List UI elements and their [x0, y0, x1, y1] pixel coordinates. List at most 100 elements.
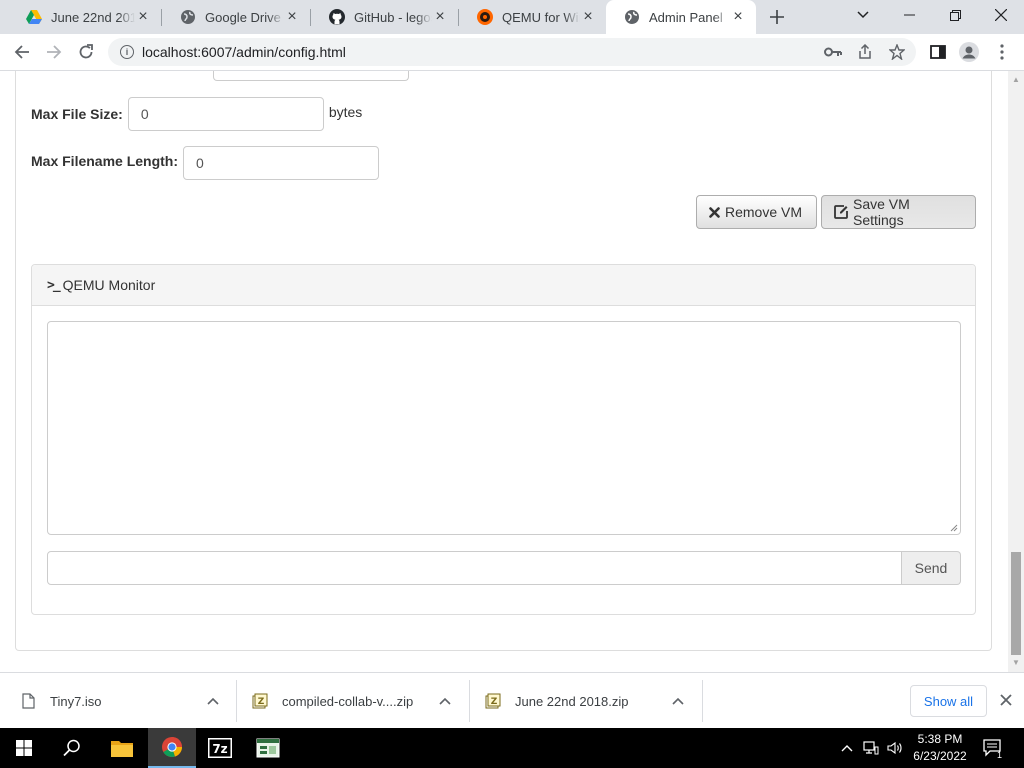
app-window-icon[interactable] — [244, 728, 292, 768]
minimize-button[interactable] — [886, 0, 932, 30]
notification-center-button[interactable]: 1 — [980, 728, 1006, 768]
browser-toolbar: i localhost:6007/admin/config.html — [0, 34, 1024, 71]
max-file-size-value: 0 — [140, 106, 149, 122]
volume-icon[interactable] — [884, 728, 906, 768]
download-item[interactable]: Z compiled-collab-v....zip — [252, 681, 462, 721]
monitor-output-textarea[interactable] — [47, 321, 961, 535]
close-icon — [995, 9, 1007, 21]
save-edit-icon — [834, 205, 848, 219]
close-icon[interactable]: × — [135, 8, 151, 25]
google-drive-icon — [26, 9, 42, 25]
tab-title: Google Drive - — [205, 9, 284, 25]
terminal-icon: >_ — [47, 277, 61, 293]
close-icon[interactable] — [997, 691, 1015, 709]
remove-x-icon — [709, 206, 720, 218]
max-file-size-row: Max File Size: 0 bytes — [31, 97, 362, 131]
file-explorer-icon[interactable] — [98, 728, 146, 768]
max-filename-length-input[interactable]: 0 — [183, 146, 380, 180]
share-icon[interactable] — [856, 43, 874, 61]
start-button[interactable] — [0, 728, 48, 768]
chevron-up-icon[interactable] — [205, 693, 221, 709]
max-filename-length-label: Max Filename Length: — [31, 153, 179, 169]
clock-date: 6/23/2022 — [913, 749, 967, 763]
remove-vm-button[interactable]: Remove VM — [696, 195, 817, 229]
globe-icon — [180, 9, 196, 25]
max-file-size-input[interactable]: 0 — [127, 97, 324, 131]
restore-button[interactable] — [932, 0, 978, 30]
chevron-down-icon — [857, 11, 869, 19]
remove-vm-label: Remove VM — [725, 204, 803, 220]
close-window-button[interactable] — [978, 0, 1024, 30]
globe-icon — [624, 9, 640, 25]
page-scrollbar[interactable]: ▲ ▼ — [1008, 71, 1024, 672]
monitor-command-group: Send — [47, 551, 961, 585]
save-vm-label: Save VM Settings — [853, 196, 910, 228]
chevron-up-icon[interactable] — [670, 693, 686, 709]
tab-search-button[interactable] — [840, 0, 886, 30]
tab-title: GitHub - legosk — [354, 9, 432, 25]
back-button[interactable] — [9, 39, 35, 65]
windows-taskbar: 7z 5:38 PM 6/23/2022 1 — [0, 728, 1024, 768]
address-bar[interactable]: i localhost:6007/admin/config.html — [108, 38, 916, 66]
download-filename: June 22nd 2018.zip — [515, 693, 629, 709]
tab-google-drive[interactable]: Google Drive - × — [162, 0, 310, 34]
page-viewport: Max File Size: 0 bytes Max Filename Leng… — [0, 71, 1008, 672]
chevron-up-icon[interactable] — [838, 728, 856, 768]
menu-kebab-icon[interactable] — [990, 40, 1014, 64]
download-item[interactable]: Z June 22nd 2018.zip — [485, 681, 695, 721]
send-button[interactable]: Send — [902, 551, 961, 585]
arrow-right-icon — [47, 45, 62, 59]
tab-title: June 22nd 2018 — [51, 9, 135, 25]
qemu-icon — [477, 9, 493, 25]
scrollbar-thumb[interactable] — [1011, 552, 1021, 655]
arrow-left-icon — [14, 45, 29, 59]
scroll-down-icon[interactable]: ▼ — [1012, 658, 1020, 667]
search-button[interactable] — [48, 728, 96, 768]
forward-button[interactable] — [41, 39, 67, 65]
previous-field-input[interactable] — [213, 71, 409, 81]
system-clock[interactable]: 5:38 PM 6/23/2022 — [905, 731, 975, 765]
monitor-command-input[interactable] — [47, 551, 902, 585]
windows-logo-icon — [16, 740, 32, 756]
tab-admin-panel[interactable]: Admin Panel × — [606, 0, 756, 34]
url-text: localhost:6007/admin/config.html — [142, 44, 346, 60]
github-icon — [329, 9, 345, 25]
new-tab-button[interactable] — [765, 5, 789, 29]
show-all-button[interactable]: Show all — [910, 685, 987, 717]
close-icon[interactable]: × — [730, 8, 746, 25]
clock-time: 5:38 PM — [917, 732, 963, 746]
max-filename-length-value: 0 — [196, 155, 204, 171]
reload-button[interactable] — [73, 39, 99, 65]
file-icon — [20, 692, 36, 710]
side-panel-icon[interactable] — [926, 40, 950, 64]
max-file-size-unit: bytes — [328, 104, 363, 120]
plus-icon — [770, 10, 784, 24]
network-icon[interactable] — [860, 728, 882, 768]
tab-qemu-windows[interactable]: QEMU for Wind × — [459, 0, 606, 34]
resize-grip-icon[interactable] — [950, 524, 958, 532]
chrome-icon[interactable] — [148, 728, 196, 768]
download-item[interactable]: Tiny7.iso — [20, 681, 230, 721]
zip-icon: Z — [485, 692, 501, 710]
save-vm-settings-button[interactable]: Save VM Settings — [821, 195, 976, 229]
chevron-up-icon[interactable] — [437, 693, 453, 709]
key-icon[interactable] — [824, 43, 842, 61]
7zip-icon[interactable]: 7z — [196, 728, 244, 768]
scroll-up-icon[interactable]: ▲ — [1012, 75, 1020, 84]
profile-avatar-icon[interactable] — [957, 40, 981, 64]
bookmark-star-icon[interactable] — [888, 43, 906, 61]
svg-text:Z: Z — [491, 697, 498, 707]
download-divider — [236, 680, 237, 722]
tab-github[interactable]: GitHub - legosk × — [311, 0, 458, 34]
close-icon[interactable]: × — [284, 8, 300, 25]
info-icon[interactable]: i — [120, 45, 134, 59]
download-filename: Tiny7.iso — [50, 693, 102, 709]
minimize-icon — [903, 14, 915, 16]
close-icon[interactable]: × — [580, 8, 596, 25]
max-file-size-label: Max File Size: — [31, 106, 123, 122]
qemu-monitor-title: QEMU Monitor — [62, 277, 156, 293]
tab-google-drive-file[interactable]: June 22nd 2018 × — [8, 0, 161, 34]
close-icon[interactable]: × — [432, 8, 448, 25]
max-filename-length-row: Max Filename Length: 0 — [31, 146, 380, 180]
tab-strip: June 22nd 2018 × Google Drive - × GitHub… — [0, 0, 1024, 34]
